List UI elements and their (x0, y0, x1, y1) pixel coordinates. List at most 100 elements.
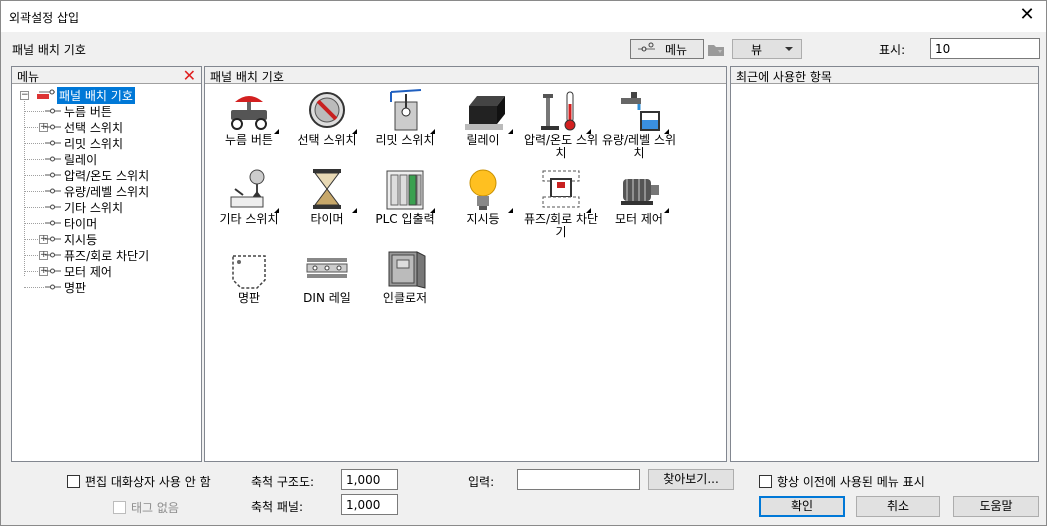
folder-up-button[interactable] (705, 39, 727, 59)
tree-node-label: 타이머 (64, 216, 98, 231)
symbol-item-label: DIN 레일 (303, 291, 351, 305)
close-icon[interactable]: ✕ (1016, 5, 1038, 27)
pressure-temp-switch-icon (539, 88, 591, 134)
symbol-item-label: 인클로저 (382, 291, 428, 305)
symbol-item-label: 퓨즈/회로 차단기 (523, 212, 599, 239)
tree-node-label: 지시등 (64, 232, 98, 247)
tree-node[interactable]: 선택 스위치 (44, 119, 125, 135)
flow-level-switch-icon (617, 88, 669, 134)
display-count-input[interactable] (930, 38, 1040, 59)
help-button[interactable]: 도움말 (953, 496, 1039, 517)
menu-tree-icon (638, 42, 655, 52)
menu-button[interactable]: 메뉴 (630, 39, 704, 59)
symbol-item[interactable]: 유량/레벨 스위치 (599, 88, 679, 160)
other-switch-icon (227, 167, 279, 213)
plc-io-icon (383, 167, 435, 213)
checkbox-label: 편집 대화상자 사용 안 함 (85, 475, 211, 489)
tree-connector (24, 207, 44, 208)
symbol-item[interactable]: 릴레이 (443, 88, 523, 147)
no-tag-checkbox[interactable]: 태그 없음 (113, 499, 179, 516)
ok-button[interactable]: 확인 (759, 496, 845, 517)
symbol-item[interactable]: 압력/온도 스위치 (521, 88, 601, 160)
symbol-item[interactable]: 인클로저 (365, 246, 445, 305)
tree-node[interactable]: 누름 버튼 (44, 103, 114, 119)
submenu-indicator-icon (352, 208, 357, 213)
symbol-item[interactable]: PLC 입출력 (365, 167, 445, 226)
symbol-item[interactable]: 누름 버튼 (209, 88, 289, 147)
symbol-item[interactable]: 모터 제어 (599, 167, 679, 226)
pilot-light-icon (461, 167, 513, 213)
symbol-item-label: 릴레이 (466, 133, 500, 147)
fuse-breaker-icon (539, 167, 591, 213)
tree-node[interactable]: 타이머 (44, 215, 99, 231)
selector-switch-icon (305, 88, 357, 134)
recent-items-panel: 최근에 사용한 항목 (730, 66, 1039, 462)
view-dropdown[interactable]: 뷰 (732, 39, 802, 59)
submenu-indicator-icon (586, 208, 591, 213)
disable-edit-dialog-checkbox[interactable]: 편집 대화상자 사용 안 함 (67, 473, 211, 490)
cancel-button[interactable]: 취소 (856, 496, 940, 517)
symbol-item-label: 리밋 스위치 (375, 133, 435, 147)
symbol-item-label: 모터 제어 (615, 212, 663, 226)
insert-footprint-dialog: 외곽설정 삽입 ✕ 패널 배치 기호 메뉴 뷰 표시: 메뉴 ✕ − 패널 배치 … (0, 0, 1047, 526)
tree-node-label: 퓨즈/회로 차단기 (64, 248, 150, 263)
symbol-item[interactable]: 퓨즈/회로 차단기 (521, 167, 601, 239)
symbol-item[interactable]: 명판 (209, 246, 289, 305)
type-it-input[interactable] (517, 469, 640, 490)
collapse-icon[interactable]: − (20, 91, 29, 100)
symbol-node-icon (45, 236, 61, 242)
always-show-previous-menu-checkbox[interactable]: 항상 이전에 사용된 메뉴 표시 (759, 473, 925, 490)
tree-node-label: 명판 (64, 280, 87, 295)
submenu-indicator-icon (664, 208, 669, 213)
tree-node-label: 누름 버튼 (64, 104, 112, 119)
symbol-item[interactable]: DIN 레일 (287, 246, 367, 305)
tree-node[interactable]: 기타 스위치 (44, 199, 125, 215)
symbol-item[interactable]: 리밋 스위치 (365, 88, 445, 147)
submenu-indicator-icon (508, 208, 513, 213)
symbol-node-icon (45, 284, 61, 290)
tree-connector (24, 175, 44, 176)
close-menu-x-icon[interactable]: ✕ (183, 68, 196, 84)
panel-symbol-icon (37, 89, 55, 99)
checkbox-box[interactable] (67, 475, 80, 488)
scale-panel-label: 축척 패널: (251, 500, 304, 514)
title-bar: 외곽설정 삽입 ✕ (1, 1, 1046, 32)
checkbox-box[interactable] (113, 501, 126, 514)
nameplate-icon (227, 246, 271, 290)
symbol-item-label: 타이머 (310, 212, 344, 226)
menu-button-label: 메뉴 (665, 42, 688, 57)
recent-panel-header: 최근에 사용한 항목 (731, 67, 1038, 84)
tree-connector (24, 143, 44, 144)
symbol-item-label: PLC 입출력 (375, 212, 435, 226)
tree-node[interactable]: 릴레이 (44, 151, 99, 167)
scale-schematic-label: 축척 구조도: (251, 475, 315, 489)
symbol-item[interactable]: 기타 스위치 (209, 167, 289, 226)
tree-node-label: 유량/레벨 스위치 (64, 184, 150, 199)
scale-panel-input[interactable] (341, 494, 398, 515)
symbol-item[interactable]: 지시등 (443, 167, 523, 226)
tree-node[interactable]: 패널 배치 기호 (35, 86, 135, 104)
submenu-indicator-icon (274, 129, 279, 134)
symbol-item-label: 누름 버튼 (225, 133, 273, 147)
tree-node[interactable]: 지시등 (44, 231, 99, 247)
din-rail-icon (305, 246, 349, 290)
menu-panel-title: 메뉴 (17, 70, 40, 84)
symbol-item[interactable]: 선택 스위치 (287, 88, 367, 147)
symbol-item[interactable]: 타이머 (287, 167, 367, 226)
scale-schematic-input[interactable] (341, 469, 398, 490)
recent-panel-title: 최근에 사용한 항목 (736, 70, 832, 84)
tree-connector (24, 159, 44, 160)
checkbox-box[interactable] (759, 475, 772, 488)
tree-node[interactable]: 퓨즈/회로 차단기 (44, 247, 151, 263)
push-button-icon (227, 88, 279, 134)
tree-node[interactable]: 모터 제어 (44, 263, 114, 279)
symbol-panel-title: 패널 배치 기호 (210, 70, 284, 84)
tree-node[interactable]: 리밋 스위치 (44, 135, 125, 151)
symbol-node-icon (45, 252, 61, 258)
tree-node[interactable]: 압력/온도 스위치 (44, 167, 151, 183)
browse-button[interactable]: 찾아보기... (648, 469, 734, 490)
tree-node[interactable]: 유량/레벨 스위치 (44, 183, 151, 199)
timer-icon (305, 167, 357, 213)
tree-node[interactable]: 명판 (44, 279, 88, 295)
symbol-node-icon (45, 124, 61, 130)
